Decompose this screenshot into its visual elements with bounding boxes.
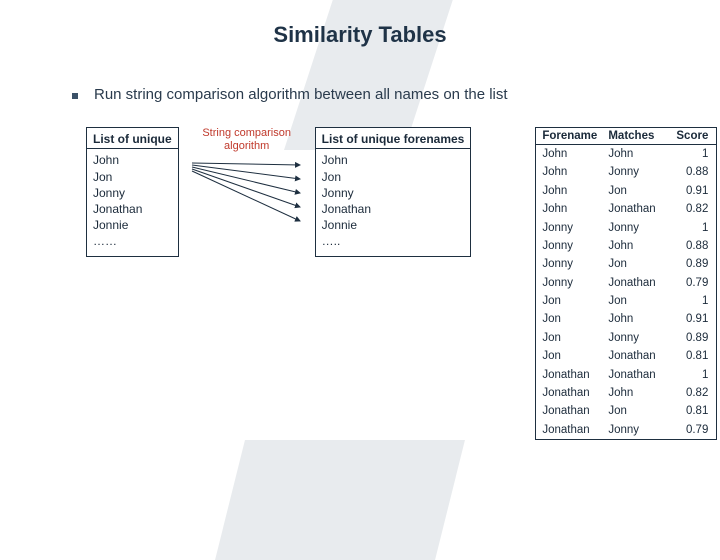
- table-row: JonnyJon0.89: [536, 255, 716, 273]
- bullet-text: Run string comparison algorithm between …: [94, 86, 508, 103]
- table-cell: Jon: [602, 292, 670, 310]
- right-box-body: JohnJonJonnyJonathanJonnie…..: [316, 149, 471, 255]
- table-row: JonathanJonathan1: [536, 366, 716, 384]
- table-cell: Jonny: [536, 237, 602, 255]
- slide-title: Similarity Tables: [0, 0, 720, 48]
- table-cell: Jonathan: [536, 366, 602, 384]
- table-cell: 0.91: [670, 310, 716, 328]
- score-table: Forename Matches Score JohnJohn1JohnJonn…: [535, 127, 717, 440]
- table-row: JonnyJohn0.88: [536, 237, 716, 255]
- list-item: Jon: [93, 169, 172, 185]
- table-row: JohnJohn1: [536, 145, 716, 163]
- table-cell: Jonathan: [536, 384, 602, 402]
- table-cell: Jonny: [536, 219, 602, 237]
- table-cell: Jonathan: [602, 347, 670, 365]
- table-cell: John: [602, 310, 670, 328]
- header-matches: Matches: [602, 128, 670, 144]
- list-item: Jon: [322, 169, 465, 185]
- left-box-header: List of unique: [87, 128, 178, 149]
- table-row: JonathanJonny0.79: [536, 421, 716, 439]
- table-cell: 0.89: [670, 329, 716, 347]
- table-cell: John: [536, 163, 602, 181]
- list-item: …..: [322, 233, 465, 249]
- list-item: John: [93, 152, 172, 168]
- table-cell: 0.89: [670, 255, 716, 273]
- comparison-arrows: String comparison algorithm: [187, 127, 307, 233]
- table-cell: John: [602, 384, 670, 402]
- table-cell: John: [602, 237, 670, 255]
- table-cell: Jon: [536, 347, 602, 365]
- table-cell: Jonathan: [602, 200, 670, 218]
- list-item: Jonny: [93, 185, 172, 201]
- bullet-item: Run string comparison algorithm between …: [72, 86, 720, 103]
- table-cell: Jonathan: [536, 421, 602, 439]
- table-row: JohnJonathan0.82: [536, 200, 716, 218]
- table-row: JonnyJonathan0.79: [536, 274, 716, 292]
- table-cell: John: [536, 200, 602, 218]
- score-table-body: JohnJohn1JohnJonny0.88JohnJon0.91JohnJon…: [536, 145, 716, 439]
- left-names-box: List of unique JohnJonJonnyJonathanJonni…: [86, 127, 179, 257]
- header-forename: Forename: [536, 128, 602, 144]
- table-cell: Jonathan: [602, 366, 670, 384]
- table-row: JonathanJon0.81: [536, 402, 716, 420]
- table-row: JonJohn0.91: [536, 310, 716, 328]
- list-item: Jonny: [322, 185, 465, 201]
- table-cell: 0.79: [670, 274, 716, 292]
- list-item: Jonathan: [322, 201, 465, 217]
- table-cell: Jon: [536, 292, 602, 310]
- table-cell: 1: [670, 145, 716, 163]
- table-cell: 0.88: [670, 237, 716, 255]
- diagram-area: List of unique JohnJonJonnyJonathanJonni…: [86, 127, 720, 440]
- table-cell: Jon: [536, 329, 602, 347]
- right-names-box: List of unique forenames JohnJonJonnyJon…: [315, 127, 472, 257]
- arrows-icon: [188, 155, 306, 233]
- table-row: JohnJonny0.88: [536, 163, 716, 181]
- table-cell: Jon: [536, 310, 602, 328]
- table-cell: 0.91: [670, 182, 716, 200]
- table-row: JonJon1: [536, 292, 716, 310]
- table-cell: Jon: [602, 402, 670, 420]
- table-cell: Jonny: [536, 255, 602, 273]
- table-cell: 0.81: [670, 402, 716, 420]
- table-cell: John: [536, 182, 602, 200]
- score-table-header: Forename Matches Score: [536, 128, 716, 145]
- list-item: John: [322, 152, 465, 168]
- table-cell: John: [602, 145, 670, 163]
- table-cell: Jonny: [602, 421, 670, 439]
- comparison-label-line2: algorithm: [224, 140, 269, 152]
- table-cell: 1: [670, 219, 716, 237]
- table-cell: 1: [670, 292, 716, 310]
- bullet-icon: [72, 93, 78, 99]
- table-cell: 0.79: [670, 421, 716, 439]
- table-cell: Jonathan: [536, 402, 602, 420]
- table-cell: Jonathan: [602, 274, 670, 292]
- table-cell: 1: [670, 366, 716, 384]
- table-row: JohnJon0.91: [536, 182, 716, 200]
- right-box-header: List of unique forenames: [316, 128, 471, 149]
- table-cell: Jon: [602, 255, 670, 273]
- list-item: Jonathan: [93, 201, 172, 217]
- left-box-body: JohnJonJonnyJonathanJonnie……: [87, 149, 178, 255]
- table-row: JonJonathan0.81: [536, 347, 716, 365]
- table-cell: Jonny: [536, 274, 602, 292]
- table-row: JonathanJohn0.82: [536, 384, 716, 402]
- table-row: JonnyJonny1: [536, 219, 716, 237]
- table-cell: Jon: [602, 182, 670, 200]
- table-cell: 0.81: [670, 347, 716, 365]
- table-cell: John: [536, 145, 602, 163]
- table-cell: Jonny: [602, 329, 670, 347]
- table-cell: Jonny: [602, 163, 670, 181]
- table-cell: 0.88: [670, 163, 716, 181]
- table-cell: 0.82: [670, 200, 716, 218]
- header-score: Score: [670, 128, 716, 144]
- comparison-label-line1: String comparison: [202, 127, 291, 139]
- list-item: Jonnie: [93, 217, 172, 233]
- comparison-label: String comparison algorithm: [202, 127, 291, 153]
- list-item: ……: [93, 233, 172, 249]
- list-item: Jonnie: [322, 217, 465, 233]
- table-row: JonJonny0.89: [536, 329, 716, 347]
- table-cell: 0.82: [670, 384, 716, 402]
- table-cell: Jonny: [602, 219, 670, 237]
